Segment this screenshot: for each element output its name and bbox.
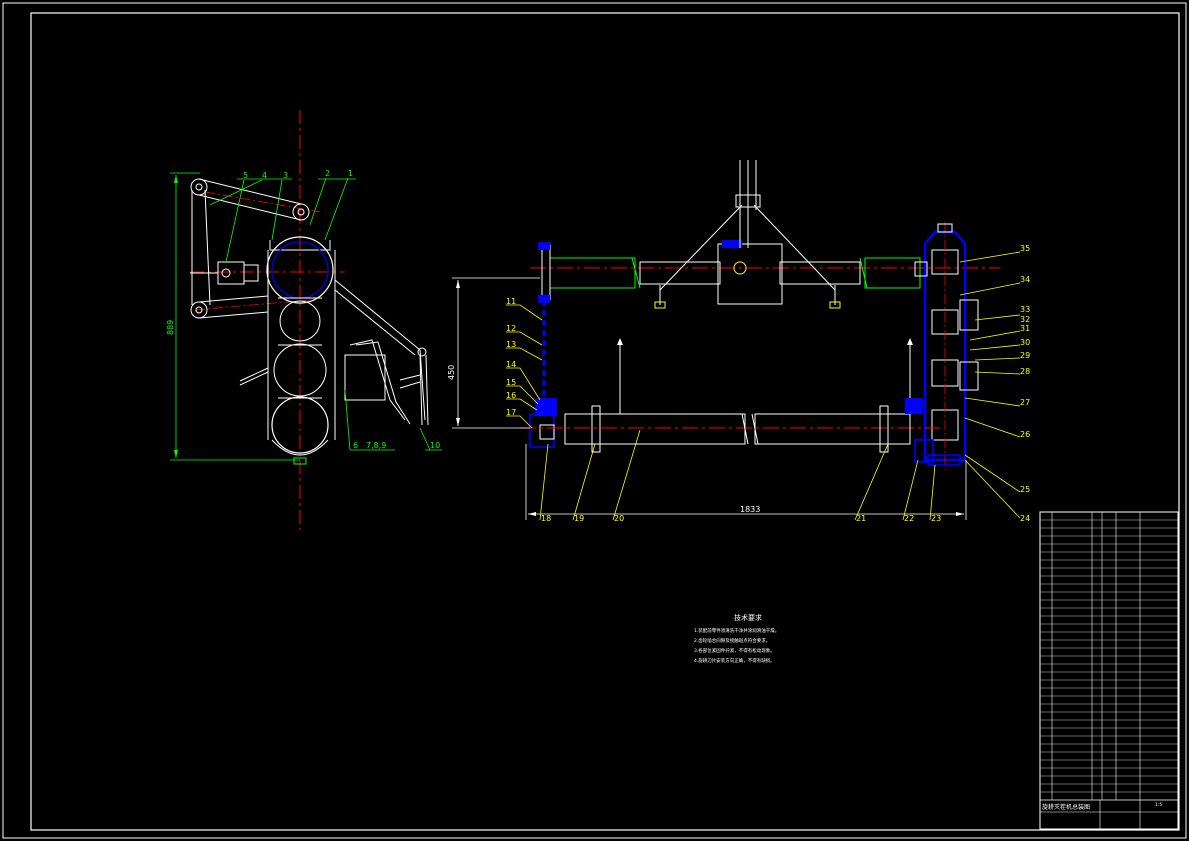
label-5: 5	[243, 171, 248, 180]
label-26: 26	[1020, 430, 1030, 439]
label-16: 16	[506, 391, 516, 400]
label-31: 31	[1020, 324, 1030, 333]
label-7-8-9: 7,8,9	[366, 441, 386, 450]
label-21: 21	[856, 514, 866, 523]
tech-req-title: 技术要求	[734, 613, 762, 622]
label-19: 19	[574, 514, 584, 523]
dim-889: 889	[166, 320, 175, 335]
label-34: 34	[1020, 275, 1030, 284]
label-10: 10	[430, 441, 440, 450]
label-13: 13	[506, 340, 516, 349]
label-35: 35	[1020, 244, 1030, 253]
label-15: 15	[506, 378, 516, 387]
label-17: 17	[506, 408, 516, 417]
title-block-scale: 1:5	[1155, 802, 1162, 808]
label-6: 6	[353, 441, 358, 450]
tech-req-line-1: 1.装配前零件须清洗干净并涂润滑油干燥。	[694, 627, 779, 634]
parts-list-table: 旋耕灭茬机总装图 1:5	[1039, 511, 1179, 830]
label-2: 2	[325, 169, 330, 178]
label-23: 23	[931, 514, 941, 523]
title-block-name: 旋耕灭茬机总装图	[1042, 803, 1090, 811]
label-11: 11	[506, 297, 516, 306]
label-29: 29	[1020, 351, 1030, 360]
label-30: 30	[1020, 338, 1030, 347]
inner-border	[30, 12, 1180, 831]
label-24: 24	[1020, 514, 1030, 523]
label-18: 18	[541, 514, 551, 523]
label-32: 32	[1020, 315, 1030, 324]
tech-req-line-2: 2.齿轮啮合间隙及接触斑点符合要求。	[694, 637, 770, 644]
label-22: 22	[904, 514, 914, 523]
dim-1833: 1833	[740, 505, 760, 514]
label-1: 1	[348, 169, 353, 178]
label-4: 4	[262, 171, 267, 180]
front-view: 450 1833 11 12 13 14 15 16 17 18 19 20 2…	[447, 160, 1030, 523]
label-3: 3	[283, 171, 288, 180]
outer-border	[2, 2, 1187, 839]
label-20: 20	[614, 514, 624, 523]
side-view: 889 1 2 3 4 5 6 7,8,9 10	[166, 110, 442, 530]
label-33: 33	[1020, 305, 1030, 314]
label-14: 14	[506, 360, 516, 369]
technical-requirements: 技术要求 1.装配前零件须清洗干净并涂润滑油干燥。 2.齿轮啮合间隙及接触斑点符…	[694, 613, 779, 664]
dim-450: 450	[447, 365, 456, 380]
label-27: 27	[1020, 398, 1030, 407]
cad-drawing: 889 1 2 3 4 5 6 7,8,9 10 450 1833 11 12 …	[2, 2, 1187, 839]
tech-req-line-4: 4.旋耕刀片安装方向正确，不得有缺损。	[694, 657, 775, 664]
label-12: 12	[506, 324, 516, 333]
tech-req-line-3: 3.各部位紧固件拧紧，不得有松动现象。	[694, 647, 775, 654]
label-28: 28	[1020, 367, 1030, 376]
label-25: 25	[1020, 485, 1030, 494]
